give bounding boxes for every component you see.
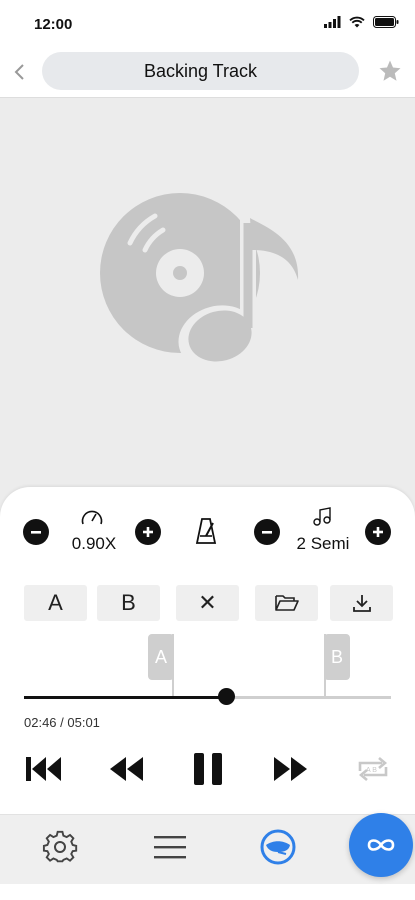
gear-icon: [42, 830, 78, 863]
pause-icon: [194, 753, 222, 785]
speedometer-icon: [81, 510, 103, 525]
speed-decrease-button[interactable]: [23, 519, 49, 545]
menu-button[interactable]: [150, 827, 190, 867]
speed-increase-button[interactable]: [135, 519, 161, 545]
status-bar: 12:00: [0, 0, 415, 46]
loop-button-row: A B ✕: [0, 585, 415, 623]
set-a-button[interactable]: A: [24, 585, 87, 621]
marker-a[interactable]: A: [148, 634, 174, 680]
plus-icon: [143, 527, 153, 537]
rewind-icon: [110, 757, 143, 781]
app-logo-button[interactable]: [258, 827, 298, 867]
artwork-area: [0, 98, 415, 488]
settings-button[interactable]: [40, 827, 80, 867]
bottom-nav: [0, 813, 415, 884]
marker-b-line: [324, 634, 326, 698]
loop-markers: A B: [0, 632, 415, 702]
fast-forward-icon: [274, 757, 307, 781]
page-title[interactable]: Backing Track: [42, 52, 359, 90]
metronome-button[interactable]: [195, 517, 217, 550]
status-icons: [324, 16, 399, 28]
repeat-ab-icon: A B: [358, 757, 388, 781]
back-button[interactable]: [8, 58, 30, 86]
skip-previous-button[interactable]: [22, 749, 64, 789]
pause-button[interactable]: [188, 749, 228, 789]
control-panel: 0.90X 2 Semi A B ✕ A B 02:46 / 05:01 A B: [0, 487, 415, 900]
pitch-value: 2 Semi: [296, 534, 350, 553]
menu-icon: [154, 836, 186, 859]
loop-mode-fab[interactable]: [349, 813, 413, 877]
repeat-ab-button[interactable]: A B: [352, 749, 394, 789]
set-b-button[interactable]: B: [97, 585, 160, 621]
rewind-button[interactable]: [105, 749, 147, 789]
skip-previous-icon: [26, 757, 61, 781]
svg-text:A B: A B: [366, 767, 377, 774]
plus-icon: [373, 527, 383, 537]
battery-icon: [373, 16, 399, 28]
progress-remaining: [226, 696, 391, 699]
fast-forward-button[interactable]: [270, 749, 312, 789]
speed-pitch-row: 0.90X 2 Semi: [0, 507, 415, 567]
transport-controls: A B: [0, 749, 415, 789]
minus-icon: [31, 531, 41, 534]
playback-time: 02:46 / 05:01: [24, 715, 100, 730]
signal-icon: [324, 16, 341, 28]
folder-open-icon: [274, 595, 299, 611]
album-art-icon: [100, 193, 299, 371]
status-time: 12:00: [34, 16, 73, 33]
bird-logo-icon: [260, 829, 296, 865]
minus-icon: [262, 531, 272, 534]
wifi-icon: [349, 16, 365, 28]
music-note-icon: [313, 507, 331, 526]
pitch-increase-button[interactable]: [365, 519, 391, 545]
speed-value: 0.90X: [71, 534, 117, 553]
infinity-icon: [367, 839, 395, 851]
marker-b[interactable]: B: [324, 634, 350, 680]
chevron-left-icon: [14, 64, 24, 80]
pitch-decrease-button[interactable]: [254, 519, 280, 545]
download-button[interactable]: [330, 585, 393, 621]
marker-a-line: [172, 634, 174, 698]
star-icon: [379, 60, 401, 81]
top-bar: Backing Track: [0, 46, 415, 98]
metronome-icon: [195, 518, 217, 544]
download-icon: [352, 595, 371, 612]
progress-played: [24, 696, 226, 699]
favorite-button[interactable]: [375, 56, 405, 86]
clear-loop-button[interactable]: ✕: [176, 585, 239, 621]
seek-thumb[interactable]: [218, 688, 235, 705]
open-file-button[interactable]: [255, 585, 318, 621]
